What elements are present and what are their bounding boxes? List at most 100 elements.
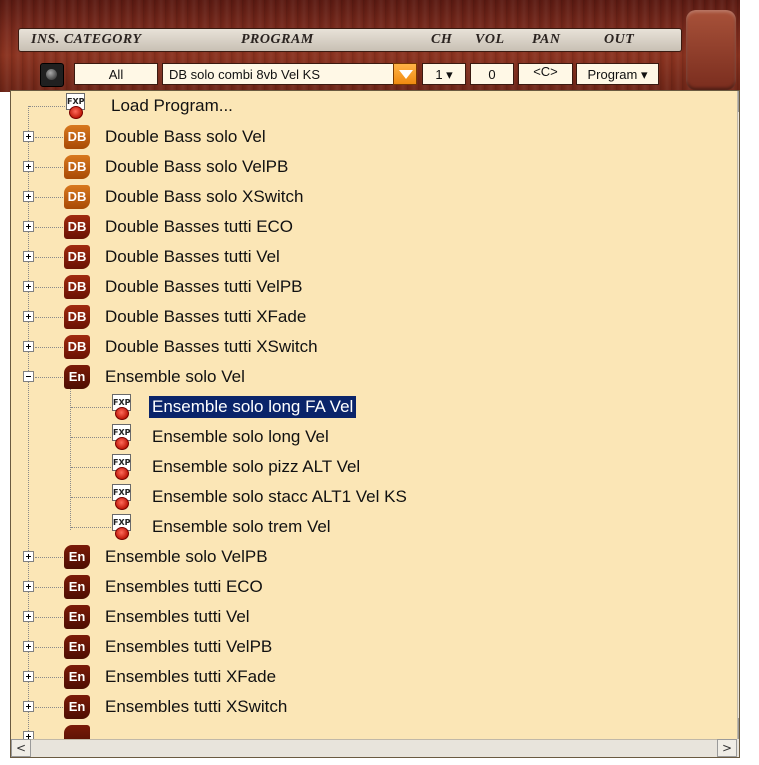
program-dropdown-button[interactable]: [393, 63, 417, 85]
tree-item-label: Ensemble solo pizz ALT Vel: [152, 457, 361, 476]
tree-item[interactable]: DB Double Bass solo XSwitch: [11, 182, 737, 212]
tree-item-label: Ensembles tutti XSwitch: [105, 697, 288, 716]
tree-child-item[interactable]: FXP Ensemble solo long Vel: [11, 422, 737, 452]
tree-item[interactable]: DB Double Basses tutti Vel: [11, 242, 737, 272]
expand-icon[interactable]: [23, 251, 34, 262]
expand-icon: [23, 731, 34, 739]
scroll-down-button[interactable]: ∨: [738, 718, 739, 739]
expand-icon[interactable]: [23, 641, 34, 652]
expand-icon[interactable]: [23, 281, 34, 292]
db-category-icon: DB: [64, 335, 90, 359]
out-select[interactable]: Program ▾: [576, 63, 659, 85]
scroll-right-button[interactable]: >: [717, 739, 737, 757]
tree-item-expanded[interactable]: En Ensemble solo Vel: [11, 362, 737, 392]
en-category-icon: En: [64, 365, 90, 389]
ins-category-label: INS. CATEGORY: [31, 32, 142, 47]
tree-item-label: Double Basses tutti VelPB: [105, 277, 303, 296]
db-category-icon: DB: [64, 215, 90, 239]
tree-item[interactable]: En Ensemble solo VelPB: [11, 542, 737, 572]
vertical-scroll-thumb[interactable]: [739, 231, 740, 487]
program-field[interactable]: DB solo combi 8vb Vel KS: [162, 63, 394, 85]
fxp-file-icon: FXP: [65, 93, 87, 119]
tree-item[interactable]: En Ensembles tutti XSwitch: [11, 692, 737, 722]
instrument-power-button[interactable]: [40, 63, 64, 87]
db-category-icon: DB: [64, 245, 90, 269]
tree-item[interactable]: En Ensembles tutti XFade: [11, 662, 737, 692]
column-labels-bar: INS. CATEGORY PROGRAM CH VOL PAN OUT: [18, 28, 682, 52]
tree-item-label: Ensemble solo Vel: [105, 367, 245, 386]
tree-item[interactable]: DB Double Bass solo Vel: [11, 122, 737, 152]
tree-item-label: Ensembles tutti ECO: [105, 577, 263, 596]
en-category-icon: En: [64, 575, 90, 599]
pan-field[interactable]: <C>: [518, 63, 573, 85]
en-category-icon: En: [64, 665, 90, 689]
tree-item[interactable]: DB Double Basses tutti ECO: [11, 212, 737, 242]
en-category-icon: En: [64, 605, 90, 629]
tree-item-label: Double Basses tutti XFade: [105, 307, 307, 326]
vol-label: VOL: [475, 32, 505, 47]
tree-item-label: Double Basses tutti Vel: [105, 247, 280, 266]
category-field[interactable]: All: [74, 63, 158, 85]
tree-item[interactable]: DB Double Basses tutti XSwitch: [11, 332, 737, 362]
db-category-icon: DB: [64, 125, 90, 149]
expand-icon[interactable]: [23, 131, 34, 142]
tree-item-label: Ensemble solo VelPB: [105, 547, 268, 566]
load-program-item[interactable]: FXP Load Program...: [11, 91, 737, 121]
fxp-file-icon: FXP: [111, 514, 133, 540]
tree-item-label: Double Basses tutti ECO: [105, 217, 294, 236]
vertical-scrollbar[interactable]: ∧ ∨: [737, 91, 740, 739]
tree-child-item[interactable]: FXP Ensemble solo pizz ALT Vel: [11, 452, 737, 482]
expand-icon[interactable]: [23, 611, 34, 622]
en-category-icon: En: [64, 545, 90, 569]
tree-item[interactable]: En Ensembles tutti ECO: [11, 572, 737, 602]
tree-child-item[interactable]: FXP Ensemble solo long FA Vel: [11, 392, 737, 422]
expand-icon[interactable]: [23, 551, 34, 562]
tree-item[interactable]: DB Double Bass solo VelPB: [11, 152, 737, 182]
tree-item-label: Ensemble solo stacc ALT1 Vel KS: [152, 487, 407, 506]
scroll-left-button[interactable]: <: [11, 739, 31, 757]
tree-item-label: Ensemble solo trem Vel: [152, 517, 331, 536]
tree-item-label-selected: Ensemble solo long FA Vel: [149, 396, 357, 418]
expand-icon[interactable]: [23, 581, 34, 592]
horizontal-scrollbar[interactable]: < >: [11, 739, 737, 757]
channel-select[interactable]: 1 ▾: [422, 63, 466, 85]
volume-field[interactable]: 0: [470, 63, 514, 85]
db-category-icon: DB: [64, 155, 90, 179]
tree-rows: FXP Load Program... DB Double Bass solo …: [11, 91, 737, 739]
tree-item-label: Ensembles tutti VelPB: [105, 637, 273, 656]
collapse-icon[interactable]: [23, 371, 34, 382]
tree-item-label: Ensembles tutti Vel: [105, 607, 250, 626]
tree-item-partial: [11, 722, 737, 739]
expand-icon[interactable]: [23, 191, 34, 202]
tree-item[interactable]: En Ensembles tutti VelPB: [11, 632, 737, 662]
en-category-icon: En: [64, 635, 90, 659]
ch-label: CH: [431, 32, 453, 47]
tree-item-label: Double Bass solo Vel: [105, 127, 266, 146]
db-category-icon: DB: [64, 275, 90, 299]
tree-child-item[interactable]: FXP Ensemble solo stacc ALT1 Vel KS: [11, 482, 737, 512]
tree-item-label: Double Bass solo XSwitch: [105, 187, 304, 206]
pan-label: PAN: [532, 32, 561, 47]
expand-icon[interactable]: [23, 221, 34, 232]
program-tree-dropdown[interactable]: FXP Load Program... DB Double Bass solo …: [10, 90, 740, 758]
fxp-file-icon: FXP: [111, 394, 133, 420]
tree-item[interactable]: DB Double Basses tutti VelPB: [11, 272, 737, 302]
dropdown-arrow-icon: [399, 70, 413, 79]
scrollbar-corner: [737, 739, 739, 757]
tree-child-item[interactable]: FXP Ensemble solo trem Vel: [11, 512, 737, 542]
scroll-up-button[interactable]: ∧: [738, 91, 739, 112]
en-category-icon: [64, 725, 90, 739]
out-label: OUT: [604, 32, 635, 47]
tree-item[interactable]: En Ensembles tutti Vel: [11, 602, 737, 632]
expand-icon[interactable]: [23, 701, 34, 712]
expand-icon[interactable]: [23, 161, 34, 172]
expand-icon[interactable]: [23, 311, 34, 322]
fxp-file-icon: FXP: [111, 484, 133, 510]
tree-item[interactable]: DB Double Basses tutti XFade: [11, 302, 737, 332]
db-category-icon: DB: [64, 305, 90, 329]
expand-icon[interactable]: [23, 341, 34, 352]
expand-icon[interactable]: [23, 671, 34, 682]
tree-item-label: Double Basses tutti XSwitch: [105, 337, 318, 356]
load-program-label: Load Program...: [111, 96, 233, 115]
fxp-file-icon: FXP: [111, 454, 133, 480]
